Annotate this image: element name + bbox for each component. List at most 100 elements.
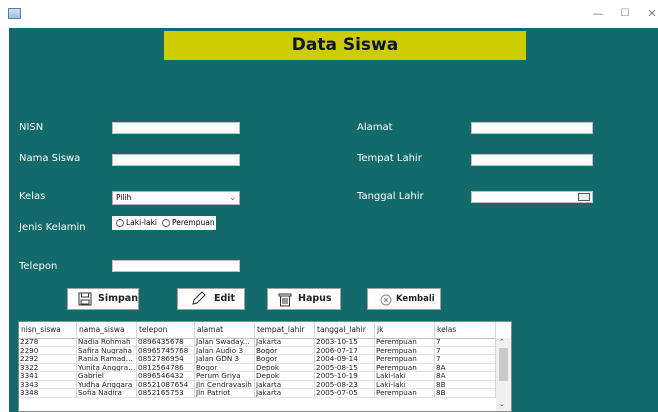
floppy-disk-icon bbox=[78, 292, 92, 306]
table-cell: Rania Ramadhan bbox=[77, 355, 137, 364]
edit-button[interactable]: Edit bbox=[177, 288, 245, 310]
window-titlebar: — ☐ ✕ bbox=[0, 0, 658, 28]
table-row[interactable]: 3322 Yunita Anggraini 0812564786 Bogor Depok… bbox=[19, 363, 496, 372]
table-cell: Perempuan bbox=[375, 355, 435, 364]
alamat-field[interactable] bbox=[471, 122, 593, 134]
table-cell: Sofia Nadira bbox=[77, 389, 137, 398]
circle-x-icon bbox=[380, 294, 392, 306]
table-row[interactable]: 3348 Sofia Nadira 0852165753 Jln Patriot Jak… bbox=[19, 389, 496, 398]
table-cell: Bogor bbox=[255, 355, 315, 364]
minimize-button[interactable]: — bbox=[588, 6, 608, 22]
nisn-label: NISN bbox=[19, 122, 44, 133]
radio-perempuan-label[interactable]: Perempuan bbox=[172, 216, 215, 230]
table-cell: 8A bbox=[435, 363, 496, 372]
radio-laki-laki[interactable] bbox=[116, 219, 124, 227]
col-header[interactable]: kelas bbox=[435, 322, 496, 338]
table-cell: 08521087654 bbox=[137, 380, 195, 389]
col-header[interactable]: tempat_lahir bbox=[255, 322, 315, 338]
trash-icon bbox=[278, 293, 292, 307]
table-cell: 3341 bbox=[19, 372, 77, 381]
scrollbar-thumb[interactable] bbox=[499, 348, 508, 381]
tanggal-lahir-date-picker[interactable] bbox=[471, 191, 593, 203]
page-title: Data Siswa bbox=[164, 31, 526, 60]
table-cell: 7 bbox=[435, 346, 496, 355]
hapus-button[interactable]: Hapus bbox=[267, 288, 341, 310]
table-cell: Gabriel bbox=[77, 372, 137, 381]
table-cell: 2005-10-19 bbox=[315, 372, 375, 381]
table-cell: Jalan Audio 3 bbox=[195, 346, 255, 355]
nama-siswa-label: Nama Siswa bbox=[19, 153, 81, 164]
table-cell: Perempuan bbox=[375, 389, 435, 398]
jenis-kelamin-radio-group: Laki-laki Perempuan bbox=[112, 216, 216, 230]
table-cell: Nadia Rohmah bbox=[77, 338, 137, 347]
table-cell: Depok bbox=[255, 363, 315, 372]
calendar-icon[interactable] bbox=[578, 193, 590, 201]
table-cell: Perum Griya bbox=[195, 372, 255, 381]
table-cell: 8A bbox=[435, 372, 496, 381]
table-cell: Depok bbox=[255, 372, 315, 381]
table-row[interactable]: 3343 Yudha Anggara 08521087654 Jln Cendrava… bbox=[19, 380, 496, 389]
nama-siswa-field[interactable] bbox=[112, 154, 240, 166]
table-cell: 0896435678 bbox=[137, 338, 195, 347]
alamat-label: Alamat bbox=[357, 122, 393, 133]
table-cell: Safira Nugraha bbox=[77, 346, 137, 355]
kelas-select[interactable]: Pilih ⌄ bbox=[112, 191, 240, 205]
table-cell: Bogor bbox=[195, 363, 255, 372]
table-cell: Laki-laki bbox=[375, 380, 435, 389]
tempat-lahir-field[interactable] bbox=[471, 154, 593, 166]
table-cell: 08965745768 bbox=[137, 346, 195, 355]
telepon-field[interactable] bbox=[112, 260, 240, 272]
col-header[interactable]: alamat bbox=[195, 322, 255, 338]
table-cell: Jakarta bbox=[255, 389, 315, 398]
col-header[interactable]: telepon bbox=[137, 322, 195, 338]
table-cell: Perempuan bbox=[375, 338, 435, 347]
java-app-icon bbox=[8, 8, 21, 19]
table-scrollbar[interactable]: ⌃ ⌄ bbox=[496, 338, 511, 411]
col-header[interactable]: nisn_siswa bbox=[19, 322, 77, 338]
nisn-field[interactable] bbox=[112, 122, 240, 134]
simpan-label: Simpan bbox=[98, 293, 138, 304]
table-cell: 3322 bbox=[19, 363, 77, 372]
tempat-lahir-label: Tempat Lahir bbox=[357, 153, 422, 164]
kembali-button[interactable]: Kembali bbox=[367, 288, 441, 310]
jenis-kelamin-label: Jenis Kelamin bbox=[19, 222, 86, 233]
table-header: nisn_siswa nama_siswa telepon alamat tem… bbox=[19, 322, 496, 339]
radio-perempuan[interactable] bbox=[162, 219, 170, 227]
telepon-label: Telepon bbox=[19, 261, 58, 272]
radio-laki-laki-label[interactable]: Laki-laki bbox=[126, 216, 157, 230]
scroll-up-icon[interactable]: ⌃ bbox=[499, 338, 505, 346]
kelas-selected-value: Pilih bbox=[116, 193, 132, 202]
table-cell: 7 bbox=[435, 355, 496, 364]
kelas-label: Kelas bbox=[19, 191, 46, 202]
close-button[interactable]: ✕ bbox=[642, 6, 658, 22]
siswa-table: nisn_siswa nama_siswa telepon alamat tem… bbox=[18, 321, 512, 412]
kembali-label: Kembali bbox=[396, 294, 435, 304]
chevron-down-icon: ⌄ bbox=[229, 193, 236, 202]
table-cell: 2006-07-17 bbox=[315, 346, 375, 355]
table-cell: Jakarta bbox=[255, 338, 315, 347]
table-cell: Jakarta bbox=[255, 380, 315, 389]
col-header[interactable]: jk bbox=[375, 322, 435, 338]
scroll-down-icon[interactable]: ⌄ bbox=[499, 400, 505, 408]
maximize-button[interactable]: ☐ bbox=[615, 6, 635, 22]
table-cell: 2005-08-15 bbox=[315, 363, 375, 372]
table-cell: 0852165753 bbox=[137, 389, 195, 398]
main-panel: Data Siswa NISN Nama Siswa Kelas Pilih ⌄… bbox=[9, 28, 658, 412]
table-cell: 0852786954 bbox=[137, 355, 195, 364]
table-row[interactable]: 2292 Rania Ramadhan 0852786954 Jalan GDN 3B… bbox=[19, 355, 496, 364]
edit-label: Edit bbox=[214, 293, 236, 304]
table-row[interactable]: 2278 Nadia Rohmah 0896435678 Jalan Swaday..… bbox=[19, 338, 496, 347]
table-row[interactable]: 3341 Gabriel 0896546432 Perum Griya Depok 200… bbox=[19, 372, 496, 381]
hapus-label: Hapus bbox=[298, 293, 332, 304]
table-cell: Jalan Swaday... bbox=[195, 338, 255, 347]
table-cell: 2003-10-15 bbox=[315, 338, 375, 347]
table-row[interactable]: 2290 Safira Nugraha 08965745768 Jalan Audio… bbox=[19, 346, 496, 355]
table-cell: 0896546432 bbox=[137, 372, 195, 381]
table-cell: Jln Cendravasih bbox=[195, 380, 255, 389]
table-cell: Laki-laki bbox=[375, 372, 435, 381]
table-cell: Yunita Anggraini bbox=[77, 363, 137, 372]
col-header[interactable]: nama_siswa bbox=[77, 322, 137, 338]
col-header[interactable]: tanggal_lahir bbox=[315, 322, 375, 338]
simpan-button[interactable]: Simpan bbox=[67, 288, 139, 310]
table-cell: Yudha Anggara bbox=[77, 380, 137, 389]
